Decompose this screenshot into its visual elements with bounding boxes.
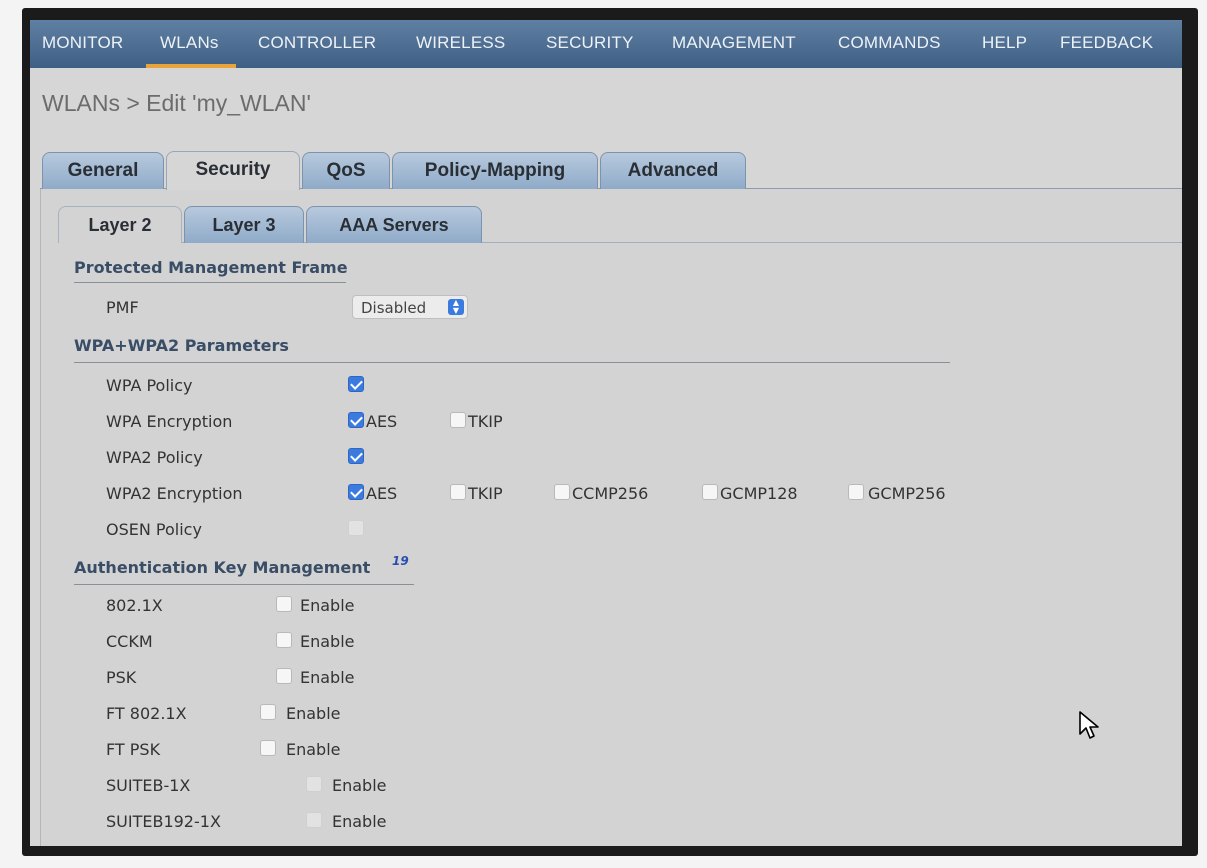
nav-wireless[interactable]: WIRELESS bbox=[416, 33, 505, 53]
tab-security[interactable]: Security bbox=[166, 151, 300, 190]
akm-ft8021x-checkbox[interactable] bbox=[260, 704, 276, 720]
wlc-window: MONITOR WLANs CONTROLLER WIRELESS SECURI… bbox=[30, 20, 1182, 846]
wpa2-gcmp256-checkbox[interactable] bbox=[848, 484, 864, 500]
akm-suiteb1x-enable-label: Enable bbox=[332, 776, 387, 795]
akm-label-ft8021x: FT 802.1X bbox=[106, 704, 187, 723]
subtab-aaa-servers[interactable]: AAA Servers bbox=[306, 206, 482, 243]
akm-footnote-link[interactable]: 19 bbox=[392, 554, 409, 568]
mouse-pointer-icon bbox=[1079, 711, 1099, 739]
tab-advanced[interactable]: Advanced bbox=[600, 152, 746, 189]
wpa2-ccmp256-checkbox[interactable] bbox=[554, 484, 570, 500]
akm-8021x-enable-label: Enable bbox=[300, 596, 355, 615]
wpa-tkip-checkbox[interactable] bbox=[450, 412, 466, 428]
akm-label-psk: PSK bbox=[106, 668, 137, 687]
akm-label-suiteb1921x: SUITEB192-1X bbox=[106, 812, 221, 831]
nav-monitor[interactable]: MONITOR bbox=[42, 33, 123, 53]
nav-security[interactable]: SECURITY bbox=[546, 33, 634, 53]
akm-section-rule bbox=[74, 584, 414, 585]
akm-section-heading: Authentication Key Management bbox=[74, 558, 371, 577]
subtab-layer2[interactable]: Layer 2 bbox=[58, 206, 182, 243]
nav-commands[interactable]: COMMANDS bbox=[838, 33, 941, 53]
akm-ftpsk-enable-label: Enable bbox=[286, 740, 341, 759]
wpa2-gcmp256-label: GCMP256 bbox=[868, 484, 946, 503]
tab-content-panel bbox=[40, 189, 1182, 846]
top-nav-bar: MONITOR WLANs CONTROLLER WIRELESS SECURI… bbox=[30, 20, 1182, 68]
wpa2-aes-checkbox[interactable] bbox=[348, 484, 364, 500]
wpa-aes-label: AES bbox=[366, 412, 398, 431]
page-title: WLANs > Edit 'my_WLAN' bbox=[42, 90, 311, 116]
wpa2-gcmp128-checkbox[interactable] bbox=[702, 484, 718, 500]
wpa2-encryption-label: WPA2 Encryption bbox=[106, 484, 243, 503]
akm-label-suiteb1x: SUITEB-1X bbox=[106, 776, 191, 795]
wpa2-aes-label: AES bbox=[366, 484, 398, 503]
akm-label-ftpsk: FT PSK bbox=[106, 740, 161, 759]
akm-cckm-enable-label: Enable bbox=[300, 632, 355, 651]
subtab-layer3[interactable]: Layer 3 bbox=[184, 206, 304, 243]
akm-ft8021x-enable-label: Enable bbox=[286, 704, 341, 723]
akm-8021x-checkbox[interactable] bbox=[276, 596, 292, 612]
akm-suiteb1921x-checkbox[interactable] bbox=[306, 812, 322, 828]
up-down-chevron-icon: ▲ ▼ bbox=[448, 299, 464, 315]
akm-suiteb1921x-enable-label: Enable bbox=[332, 812, 387, 831]
tab-policy-mapping[interactable]: Policy-Mapping bbox=[392, 152, 598, 189]
wpa2-tkip-label: TKIP bbox=[468, 484, 503, 503]
wpa2-policy-checkbox[interactable] bbox=[348, 448, 364, 464]
wpa2-gcmp128-label: GCMP128 bbox=[720, 484, 798, 503]
pmf-select[interactable]: Disabled ▲ ▼ bbox=[352, 295, 468, 319]
tab-general[interactable]: General bbox=[42, 152, 164, 189]
akm-ftpsk-checkbox[interactable] bbox=[260, 740, 276, 756]
wpa2-ccmp256-label: CCMP256 bbox=[572, 484, 649, 503]
nav-help[interactable]: HELP bbox=[982, 33, 1027, 53]
wpa2-policy-label: WPA2 Policy bbox=[106, 448, 203, 467]
pmf-label: PMF bbox=[106, 298, 139, 317]
akm-psk-enable-label: Enable bbox=[300, 668, 355, 687]
wpa-policy-checkbox[interactable] bbox=[348, 376, 364, 392]
akm-psk-checkbox[interactable] bbox=[276, 668, 292, 684]
pmf-select-value: Disabled bbox=[361, 299, 427, 317]
nav-active-indicator bbox=[146, 64, 236, 68]
wpa-aes-checkbox[interactable] bbox=[348, 412, 364, 428]
wpa-tkip-label: TKIP bbox=[468, 412, 503, 431]
wpa-section-rule bbox=[74, 362, 950, 363]
nav-wlans[interactable]: WLANs bbox=[160, 33, 219, 53]
akm-cckm-checkbox[interactable] bbox=[276, 632, 292, 648]
wpa-encryption-label: WPA Encryption bbox=[106, 412, 233, 431]
nav-management[interactable]: MANAGEMENT bbox=[672, 33, 796, 53]
akm-label-8021x: 802.1X bbox=[106, 596, 163, 615]
akm-label-cckm: CCKM bbox=[106, 632, 153, 651]
pmf-section-heading: Protected Management Frame bbox=[74, 258, 348, 277]
osen-policy-checkbox[interactable] bbox=[348, 520, 364, 536]
wpa2-tkip-checkbox[interactable] bbox=[450, 484, 466, 500]
osen-policy-label: OSEN Policy bbox=[106, 520, 202, 539]
pmf-section-rule bbox=[74, 282, 346, 283]
nav-feedback[interactable]: FEEDBACK bbox=[1060, 33, 1153, 53]
nav-controller[interactable]: CONTROLLER bbox=[258, 33, 376, 53]
wpa-section-heading: WPA+WPA2 Parameters bbox=[74, 336, 289, 355]
tab-qos[interactable]: QoS bbox=[302, 152, 390, 189]
akm-suiteb1x-checkbox[interactable] bbox=[306, 776, 322, 792]
wpa-policy-label: WPA Policy bbox=[106, 376, 193, 395]
